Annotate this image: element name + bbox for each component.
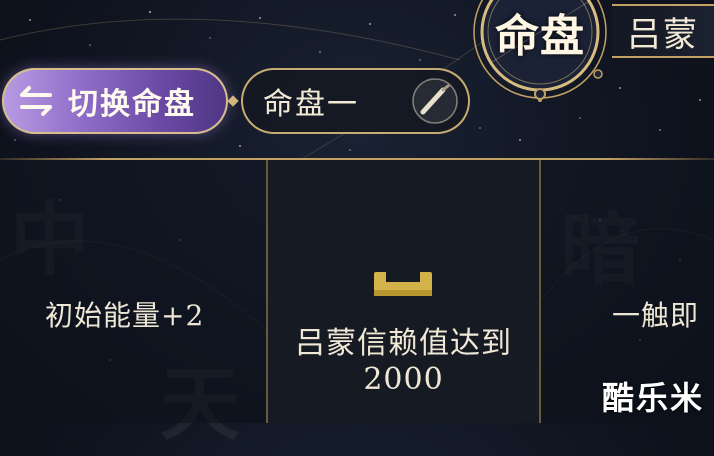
- brush-icon[interactable]: [410, 76, 460, 126]
- chest-icon: [374, 272, 432, 296]
- right-node-text: 一触即: [612, 299, 700, 332]
- medallion-title: 命盘: [495, 11, 585, 62]
- switch-chart-button[interactable]: 切换命盘: [2, 68, 228, 134]
- character-name-plate: 吕蒙: [612, 4, 714, 58]
- site-watermark: 酷乐米: [601, 379, 704, 417]
- swap-arrows-icon: [14, 79, 58, 123]
- unlock-condition-line1: 吕蒙信赖值达到: [295, 326, 512, 361]
- left-node-text: 初始能量+2: [45, 299, 205, 332]
- left-node-panel[interactable]: [0, 160, 266, 423]
- switch-chart-label: 切换命盘: [68, 87, 196, 122]
- character-name: 吕蒙: [627, 14, 699, 55]
- unlock-condition-line2: 2000: [363, 362, 444, 397]
- divider-diamond: [227, 95, 239, 107]
- chart-name-label: 命盘一: [263, 87, 359, 122]
- chart-selector[interactable]: 命盘一: [241, 68, 470, 134]
